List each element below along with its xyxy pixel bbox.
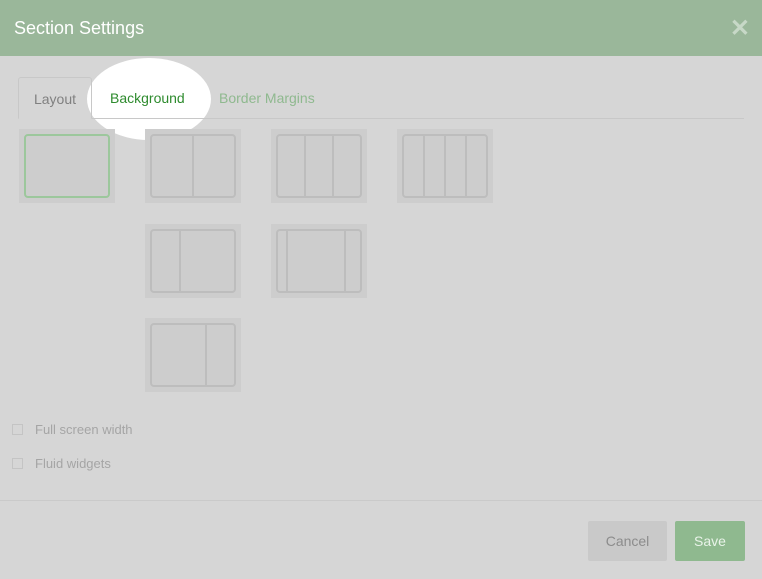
layout-option-4-columns[interactable] [397, 129, 493, 203]
tab-layout[interactable]: Layout [18, 77, 92, 119]
layout-option-narrow-left[interactable] [145, 224, 241, 298]
layout-option-wide-center[interactable] [271, 224, 367, 298]
layout-preview [150, 229, 236, 293]
dialog-title: Section Settings [14, 18, 145, 38]
footer-divider [0, 500, 762, 501]
full-screen-width-label: Full screen width [35, 421, 133, 437]
layout-preview [402, 134, 488, 198]
tab-background[interactable]: Background [110, 77, 185, 118]
fluid-widgets-checkbox[interactable] [12, 457, 23, 469]
layout-option-narrow-right[interactable] [145, 318, 241, 392]
fluid-widgets-label: Fluid widgets [35, 455, 111, 471]
layout-option-2-columns-equal[interactable] [145, 129, 241, 203]
tab-border-margins[interactable]: Border Margins [219, 77, 315, 118]
dialog-header: Section Settings ✕ [0, 0, 762, 56]
layout-preview [150, 323, 236, 387]
save-button[interactable]: Save [675, 521, 745, 561]
layout-preview [150, 134, 236, 198]
layout-option-1-column[interactable] [19, 129, 115, 203]
full-screen-width-checkbox[interactable] [12, 423, 23, 435]
layout-preview [24, 134, 110, 198]
layout-preview [276, 134, 362, 198]
layout-option-3-columns[interactable] [271, 129, 367, 203]
close-icon[interactable]: ✕ [730, 17, 750, 41]
tab-bar: Layout Background Border Margins [18, 77, 744, 119]
full-screen-width-option[interactable]: Full screen width [12, 419, 133, 439]
cancel-button[interactable]: Cancel [588, 521, 667, 561]
fluid-widgets-option[interactable]: Fluid widgets [12, 453, 111, 473]
layout-preview [276, 229, 362, 293]
